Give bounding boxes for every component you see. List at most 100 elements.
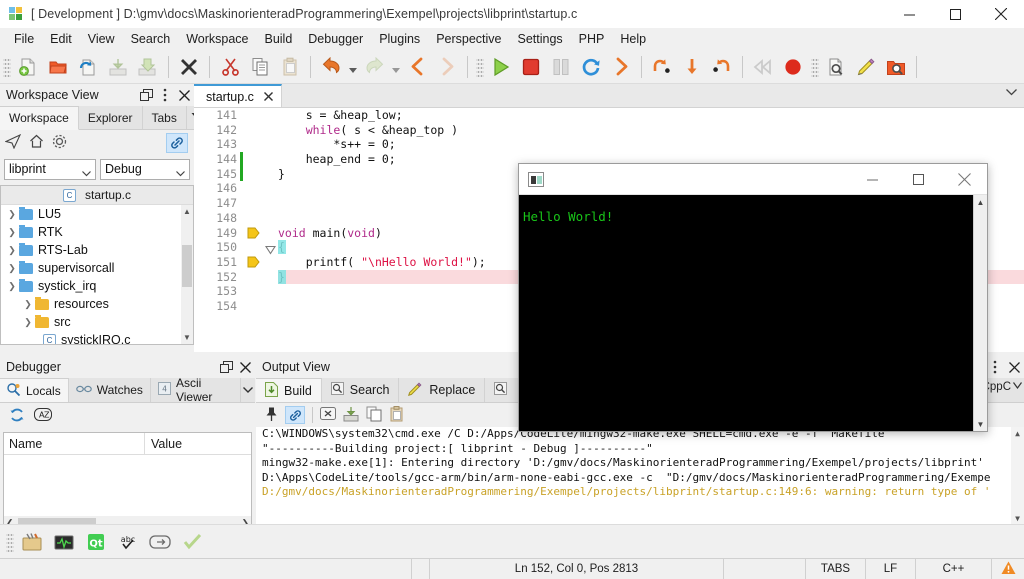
close-icon[interactable] xyxy=(263,90,273,104)
status-language[interactable]: C++ xyxy=(916,559,992,579)
minimize-button[interactable] xyxy=(886,0,932,28)
redo-dropdown-button[interactable] xyxy=(389,52,402,82)
toolbar-grip[interactable] xyxy=(6,531,14,552)
fold-triangle-icon[interactable] xyxy=(264,244,277,258)
console-maximize-button[interactable] xyxy=(895,164,941,195)
tab-watches[interactable]: Watches xyxy=(69,378,151,402)
close-icon[interactable] xyxy=(238,359,252,375)
build-output[interactable]: C:\WINDOWS\system32\cmd.exe /C D:/Apps/C… xyxy=(256,427,1024,539)
paste-icon[interactable] xyxy=(389,405,405,425)
scrollbar-thumb[interactable] xyxy=(182,245,192,287)
tree-item-resources[interactable]: ❯ resources xyxy=(1,295,193,313)
menu-file[interactable]: File xyxy=(6,30,42,48)
fold-gutter[interactable] xyxy=(264,108,278,352)
workspace-tree[interactable]: C startup.c ❯ LU5 ❯ RTK ❯ RTS-Lab ❯ supe… xyxy=(0,185,194,345)
project-select[interactable]: libprint xyxy=(4,158,96,180)
column-header-name[interactable]: Name xyxy=(4,437,144,451)
copy-icon[interactable] xyxy=(366,406,382,425)
expand-chevron-icon[interactable]: ❯ xyxy=(5,209,19,220)
spellcheck-button[interactable]: abc xyxy=(112,527,144,557)
chevron-down-icon[interactable] xyxy=(241,378,255,402)
collapse-chevron-icon[interactable]: ❯ xyxy=(5,281,19,292)
active-file-header[interactable]: C startup.c xyxy=(1,186,193,205)
column-header-value[interactable]: Value xyxy=(144,432,251,455)
tab-search[interactable]: Search xyxy=(322,378,400,402)
link-button[interactable] xyxy=(285,406,305,424)
output-vertical-scrollbar[interactable]: ▲ ▼ xyxy=(1011,427,1024,539)
menu-settings[interactable]: Settings xyxy=(510,30,571,48)
console-minimize-button[interactable] xyxy=(849,164,895,195)
stop-debug-button[interactable] xyxy=(516,52,546,82)
chevron-up-icon[interactable]: ▲ xyxy=(974,195,987,209)
pause-debug-button[interactable] xyxy=(546,52,576,82)
save-all-button[interactable] xyxy=(133,52,163,82)
expand-chevron-icon[interactable]: ❯ xyxy=(5,263,19,274)
save-icon[interactable] xyxy=(343,406,359,425)
close-icon[interactable] xyxy=(1007,359,1021,375)
step-into-button[interactable] xyxy=(677,52,707,82)
vertical-dots-icon[interactable] xyxy=(988,359,1002,375)
menu-workspace[interactable]: Workspace xyxy=(178,30,256,48)
console-output-area[interactable]: Hello World! ▲ ▼ xyxy=(519,195,987,431)
copy-button[interactable] xyxy=(245,52,275,82)
az-sort-icon[interactable]: AZ xyxy=(34,408,52,424)
tab-replace[interactable]: Replace xyxy=(399,378,486,402)
bookmark-arrow-icon[interactable] xyxy=(247,256,260,271)
back-button[interactable] xyxy=(402,52,432,82)
status-warning[interactable] xyxy=(992,559,1024,579)
replace-button[interactable] xyxy=(851,52,881,82)
tab-locals[interactable]: Locals xyxy=(0,378,69,402)
undo-button[interactable] xyxy=(316,52,346,82)
tab-workspace[interactable]: Workspace xyxy=(0,106,79,130)
wrap-button[interactable] xyxy=(144,527,176,557)
tree-item-systickirq-c[interactable]: C systickIRQ.c xyxy=(1,331,193,344)
tab-build[interactable]: Build xyxy=(256,378,322,402)
step-out-button[interactable] xyxy=(707,52,737,82)
home-icon[interactable] xyxy=(29,134,44,152)
save-file-button[interactable] xyxy=(103,52,133,82)
tree-item-rtk[interactable]: ❯ RTK xyxy=(1,223,193,241)
tree-item-supervisorcall[interactable]: ❯ supervisorcall xyxy=(1,259,193,277)
expand-chevron-icon[interactable]: ❯ xyxy=(5,245,19,256)
new-file-button[interactable] xyxy=(13,52,43,82)
open-file-button[interactable] xyxy=(43,52,73,82)
close-icon[interactable] xyxy=(177,87,191,103)
reload-file-button[interactable] xyxy=(73,52,103,82)
console-window[interactable]: Hello World! ▲ ▼ xyxy=(518,163,988,432)
expand-chevron-icon[interactable]: ❯ xyxy=(5,227,19,238)
chevron-up-icon[interactable]: ▲ xyxy=(181,205,193,218)
cut-button[interactable] xyxy=(215,52,245,82)
tab-tabs[interactable]: Tabs xyxy=(143,106,187,129)
tree-scrollbar[interactable]: ▲ ▼ xyxy=(181,205,193,344)
paper-plane-icon[interactable] xyxy=(4,133,22,152)
menu-php[interactable]: PHP xyxy=(571,30,613,48)
status-eol[interactable]: LF xyxy=(866,559,916,579)
tree-item-systick-irq[interactable]: ❯ systick_irq xyxy=(1,277,193,295)
tree-item-src[interactable]: ❯ src xyxy=(1,313,193,331)
close-button[interactable] xyxy=(978,0,1024,28)
status-tabs[interactable]: TABS xyxy=(806,559,866,579)
vertical-dots-icon[interactable] xyxy=(158,87,172,103)
collapse-chevron-icon[interactable]: ❯ xyxy=(21,317,35,328)
find-in-file-button[interactable] xyxy=(821,52,851,82)
redo-button[interactable] xyxy=(359,52,389,82)
forward-button[interactable] xyxy=(432,52,462,82)
menu-plugins[interactable]: Plugins xyxy=(371,30,428,48)
marker-gutter[interactable] xyxy=(244,108,264,352)
menu-edit[interactable]: Edit xyxy=(42,30,80,48)
chevron-down-icon[interactable]: ▼ xyxy=(181,331,193,344)
new-project-button[interactable] xyxy=(16,527,48,557)
tree-item-lu5[interactable]: ❯ LU5 xyxy=(1,205,193,223)
tree-item-rts-lab[interactable]: ❯ RTS-Lab xyxy=(1,241,193,259)
menu-view[interactable]: View xyxy=(80,30,123,48)
debugger-toggle-button[interactable] xyxy=(48,527,80,557)
menu-build[interactable]: Build xyxy=(256,30,300,48)
close-file-button[interactable] xyxy=(174,52,204,82)
toolbar-grip[interactable] xyxy=(811,56,819,77)
paste-button[interactable] xyxy=(275,52,305,82)
editor-tab-startup-c[interactable]: startup.c xyxy=(194,84,282,107)
tab-ascii-viewer[interactable]: 4 Ascii Viewer xyxy=(151,376,241,404)
bookmark-arrow-icon[interactable] xyxy=(247,227,260,242)
refresh-arrows-icon[interactable] xyxy=(9,407,25,426)
chevron-icon[interactable] xyxy=(1013,381,1022,393)
